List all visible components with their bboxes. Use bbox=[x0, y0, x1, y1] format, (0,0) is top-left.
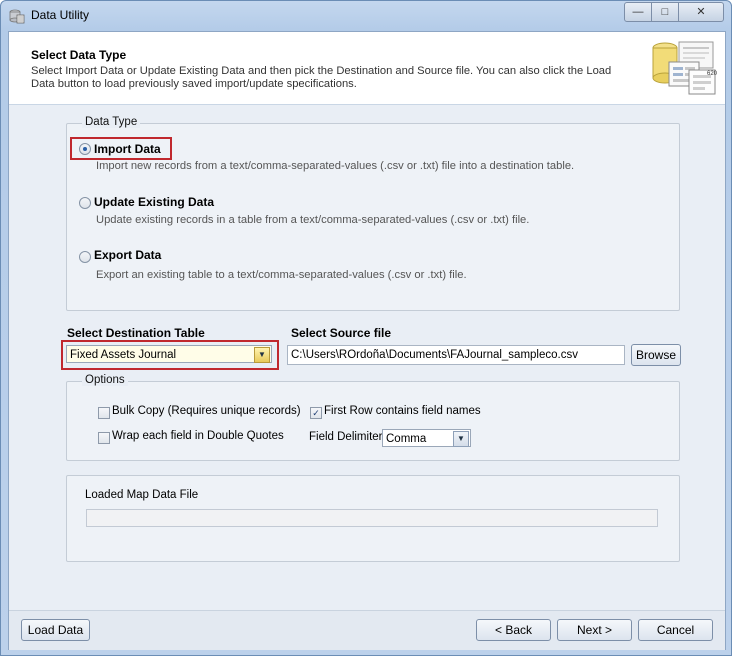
first-row-label[interactable]: First Row contains field names bbox=[324, 405, 481, 417]
back-button[interactable]: < Back bbox=[476, 619, 551, 641]
destination-table-label: Select Destination Table bbox=[67, 326, 205, 340]
data-type-legend: Data Type bbox=[82, 116, 141, 128]
next-button[interactable]: Next > bbox=[557, 619, 632, 641]
wrap-quotes-checkbox[interactable] bbox=[98, 432, 110, 444]
bulk-copy-label[interactable]: Bulk Copy (Requires unique records) bbox=[112, 405, 301, 417]
title-bar: Data Utility — □ ✕ bbox=[1, 1, 731, 31]
data-utility-window: Data Utility — □ ✕ Select Data Type Sele… bbox=[0, 0, 732, 656]
window-title: Data Utility bbox=[31, 8, 90, 22]
page-description: Select Import Data or Update Existing Da… bbox=[31, 65, 612, 90]
wrap-quotes-label[interactable]: Wrap each field in Double Quotes bbox=[112, 430, 284, 442]
load-data-button[interactable]: Load Data bbox=[21, 619, 90, 641]
bulk-copy-checkbox[interactable] bbox=[98, 407, 110, 419]
page-title: Select Data Type bbox=[31, 48, 127, 62]
cancel-button[interactable]: Cancel bbox=[638, 619, 713, 641]
wizard-header: Select Data Type Select Import Data or U… bbox=[9, 32, 725, 105]
options-group bbox=[66, 381, 680, 461]
wizard-footer: Load Data < Back Next > Cancel bbox=[9, 610, 725, 650]
dialog-client-area: Select Data Type Select Import Data or U… bbox=[8, 31, 726, 650]
svg-text:620: 620 bbox=[707, 71, 717, 77]
update-data-radio[interactable] bbox=[79, 197, 91, 209]
field-delimiter-value: Comma bbox=[386, 433, 427, 445]
field-delimiter-dropdown[interactable]: Comma ▼ bbox=[382, 429, 471, 447]
import-data-label[interactable]: Import Data bbox=[94, 142, 161, 156]
browse-button[interactable]: Browse bbox=[631, 344, 681, 366]
wizard-body: Data Type Import Data Import new records… bbox=[9, 105, 725, 610]
options-legend: Options bbox=[82, 374, 128, 386]
field-delimiter-label: Field Delimiter bbox=[309, 431, 383, 443]
minimize-button[interactable]: — bbox=[624, 2, 652, 22]
close-button[interactable]: ✕ bbox=[678, 2, 724, 22]
source-file-label: Select Source file bbox=[291, 326, 392, 340]
loaded-map-file-field bbox=[86, 509, 658, 527]
update-data-description: Update existing records in a table from … bbox=[96, 214, 530, 226]
update-data-label[interactable]: Update Existing Data bbox=[94, 195, 214, 209]
maximize-button[interactable]: □ bbox=[651, 2, 679, 22]
source-file-input[interactable]: C:\Users\ROrdoña\Documents\FAJournal_sam… bbox=[287, 345, 625, 365]
import-data-description: Import new records from a text/comma-sep… bbox=[96, 160, 575, 172]
import-data-radio[interactable] bbox=[79, 143, 91, 155]
export-data-description: Export an existing table to a text/comma… bbox=[96, 269, 467, 281]
first-row-checkbox[interactable]: ✓ bbox=[310, 407, 322, 419]
loaded-map-label: Loaded Map Data File bbox=[85, 489, 199, 501]
app-icon bbox=[9, 9, 25, 24]
destination-table-dropdown[interactable]: Fixed Assets Journal ▼ bbox=[66, 345, 272, 363]
destination-table-value: Fixed Assets Journal bbox=[70, 349, 177, 361]
database-form-icon: 620 bbox=[652, 41, 717, 95]
chevron-down-icon[interactable]: ▼ bbox=[453, 431, 469, 447]
export-data-radio[interactable] bbox=[79, 251, 91, 263]
chevron-down-icon[interactable]: ▼ bbox=[254, 347, 270, 363]
export-data-label[interactable]: Export Data bbox=[94, 248, 161, 262]
